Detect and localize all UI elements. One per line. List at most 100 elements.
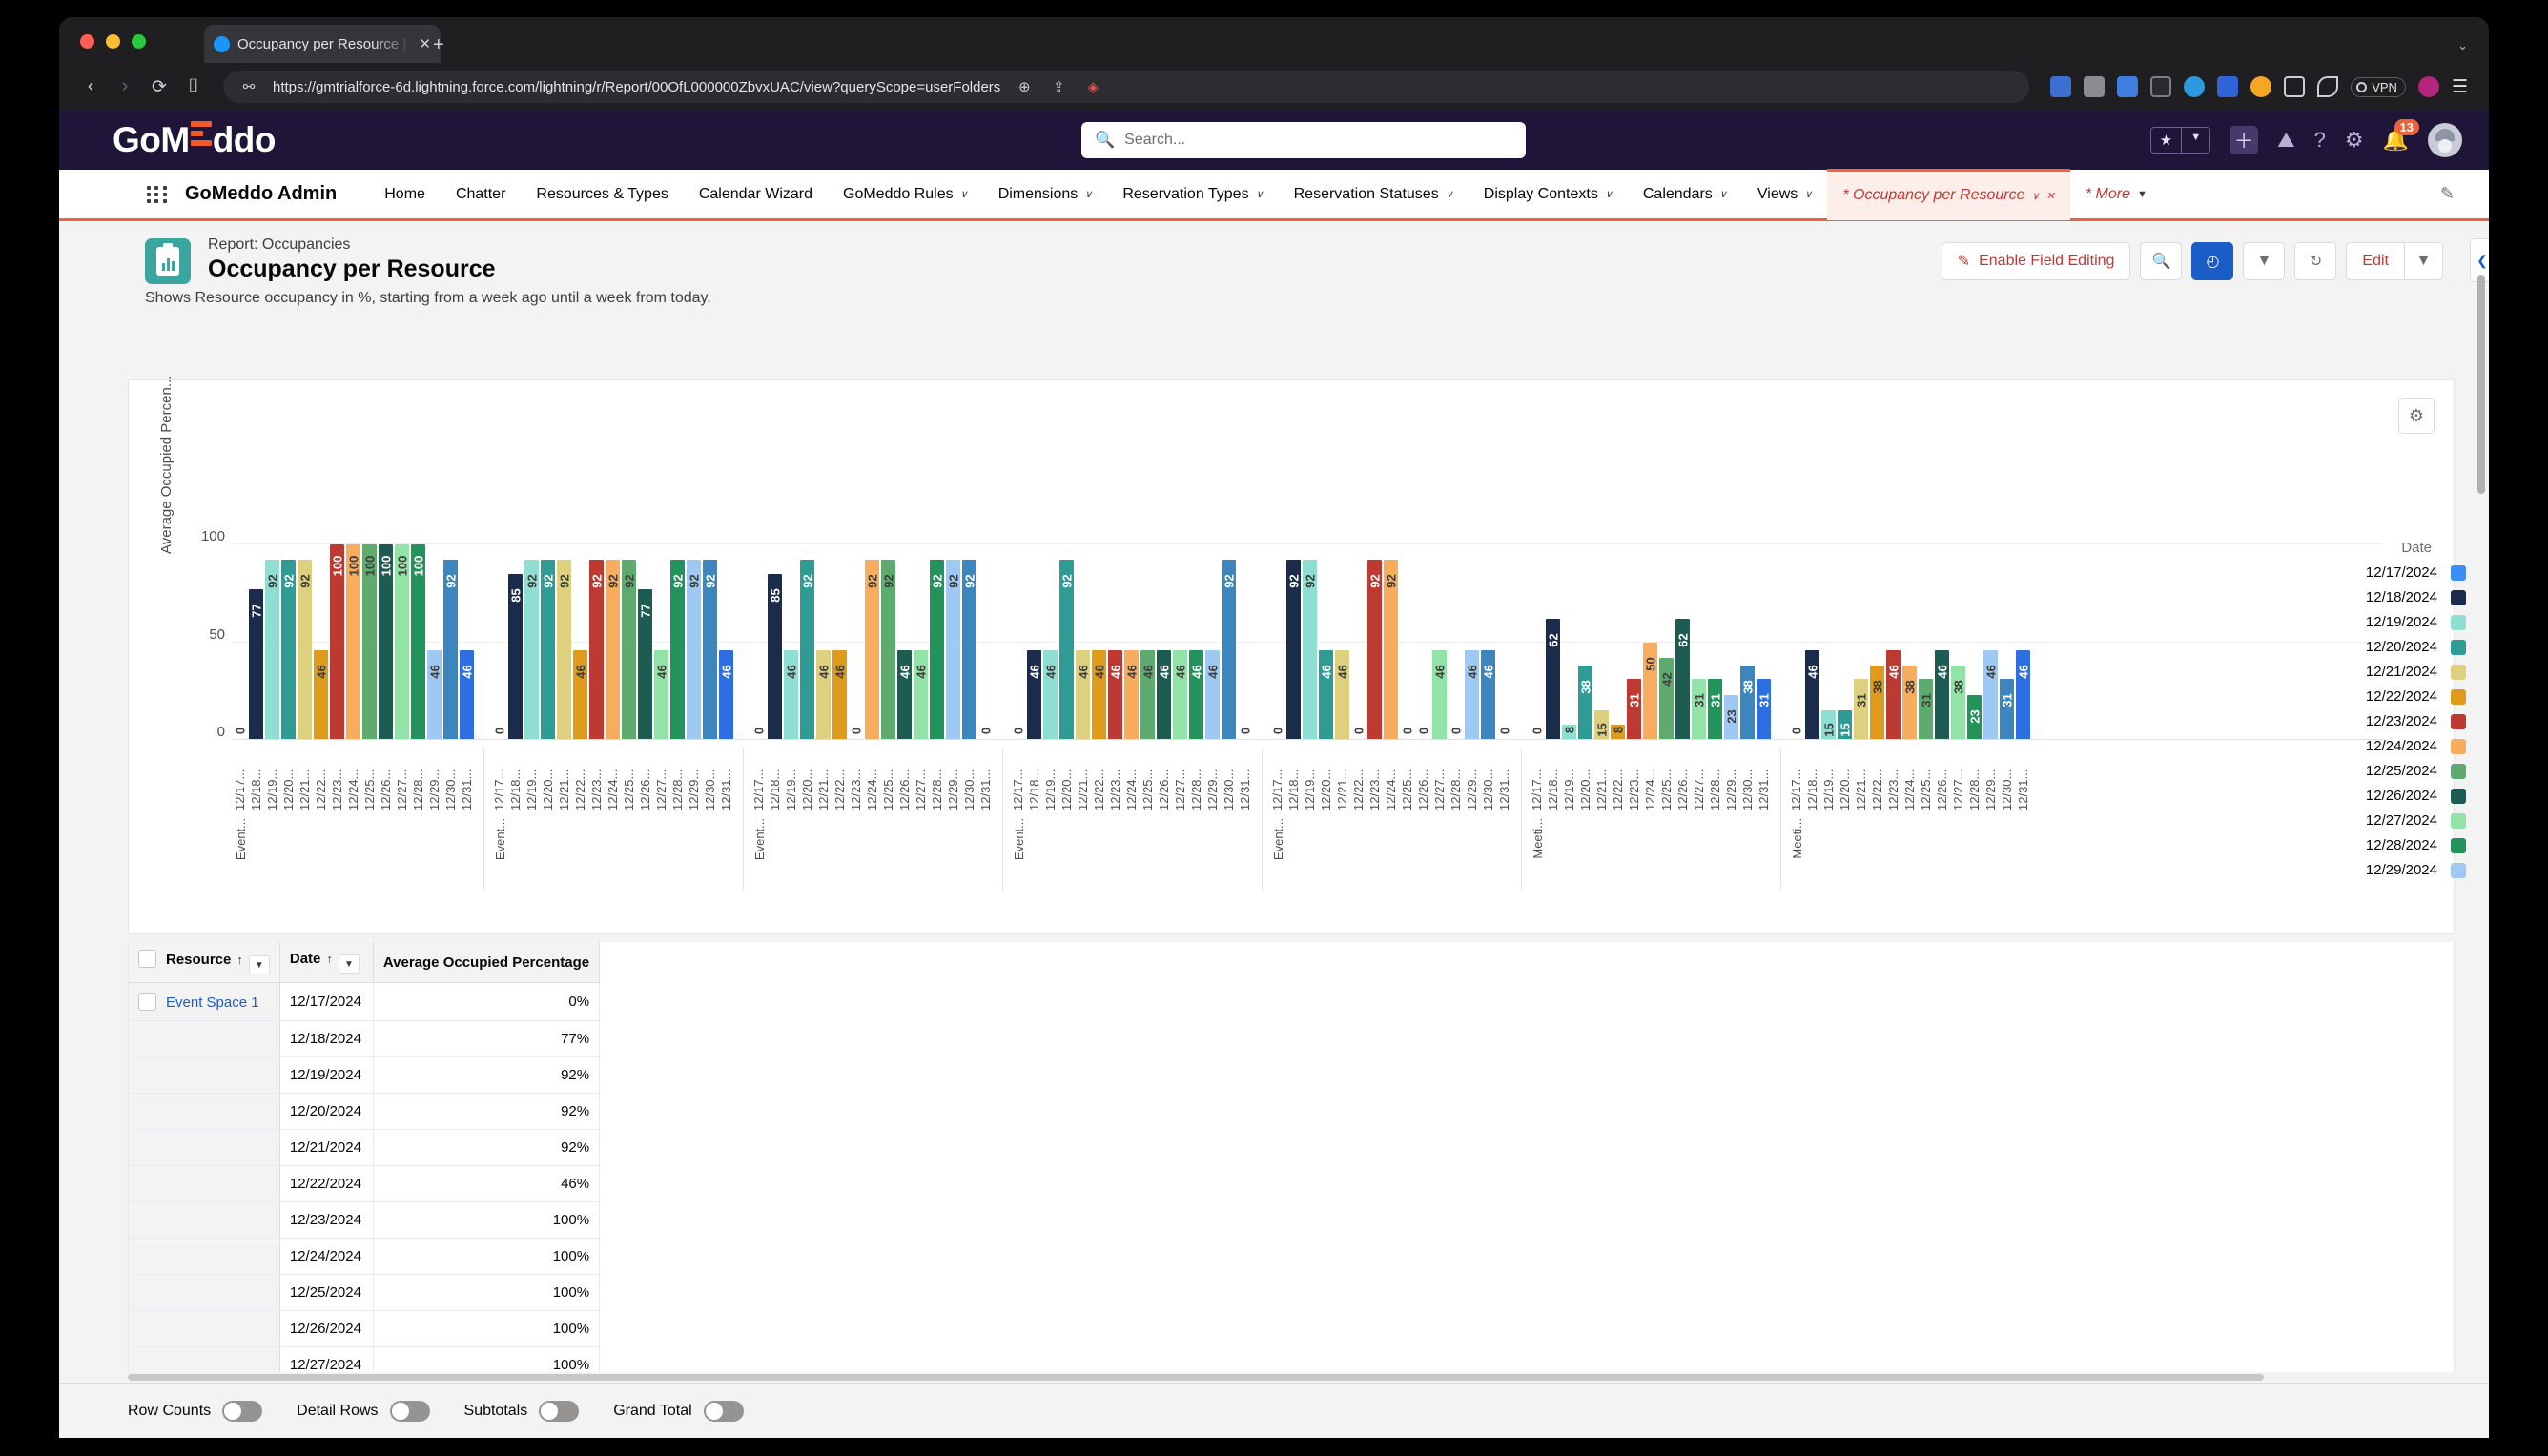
chart-bar[interactable]: 46 [1983, 544, 1998, 740]
nav-item-resources-types[interactable]: Resources & Types [521, 169, 683, 220]
chart-bar[interactable]: 92 [622, 544, 636, 740]
chart-bar[interactable]: 46 [1043, 544, 1058, 740]
chart-bar[interactable]: 46 [1140, 544, 1155, 740]
nav-item-calendars[interactable]: Calendars ∨ [1628, 169, 1742, 220]
chart-bar[interactable]: 0 [1416, 544, 1430, 740]
chart-bar[interactable]: 92 [881, 544, 895, 740]
nav-item-home[interactable]: Home [369, 169, 441, 220]
close-icon[interactable]: ✕ [2046, 190, 2055, 202]
chart-bar[interactable]: 92 [930, 544, 944, 740]
chevron-down-icon[interactable]: ∨ [1084, 188, 1092, 200]
subtotals-switch[interactable] [539, 1400, 580, 1422]
chart-bar[interactable]: 62 [1546, 544, 1560, 740]
window-controls[interactable] [80, 34, 146, 49]
chart-bar[interactable]: 46 [1108, 544, 1122, 740]
chart-bar[interactable]: 23 [1724, 544, 1738, 740]
chart-bar[interactable]: 0 [1270, 544, 1284, 740]
chart-settings-gear-icon[interactable]: ⚙ [2398, 398, 2435, 434]
nav-item-chatter[interactable]: Chatter [441, 169, 521, 220]
chevron-down-icon[interactable]: ∨ [1719, 188, 1727, 200]
chart-bar[interactable]: 46 [1076, 544, 1090, 740]
resource-link[interactable]: Event Space 1 [166, 995, 259, 1011]
chart-bar[interactable]: 46 [1481, 544, 1495, 740]
chart-bar[interactable]: 38 [1578, 544, 1592, 740]
chart-bar[interactable]: 92 [1222, 544, 1236, 740]
horizontal-scrollbar[interactable] [128, 1372, 2455, 1383]
chart-bar[interactable]: 23 [1967, 544, 1982, 740]
close-window-button[interactable] [80, 34, 94, 49]
legend-item[interactable]: 12/23/2024 [2296, 713, 2466, 729]
gomeddo-app-icon[interactable]: ⛰ [2277, 128, 2294, 153]
table-column-header[interactable]: Resource ↑ ▼ [129, 942, 280, 983]
address-bar[interactable]: ⚯ https://gmtrialforce-6d.lightning.forc… [223, 71, 2030, 103]
chart-bar[interactable]: 0 [1400, 544, 1414, 740]
chevron-down-icon[interactable]: ∨ [2032, 190, 2040, 202]
vpn-button[interactable]: VPN [2351, 76, 2406, 97]
chart-bar[interactable]: 31 [1708, 544, 1722, 740]
chart-bar[interactable]: 92 [443, 544, 458, 740]
settings-gear-icon[interactable] [2150, 76, 2172, 97]
chart-bar[interactable]: 92 [865, 544, 879, 740]
bookmark-icon[interactable]: ⌷ [183, 76, 204, 97]
chart-bar[interactable]: 0 [978, 544, 993, 740]
table-row[interactable]: 12/22/2024 46% [129, 1165, 601, 1202]
chart-bar[interactable]: 92 [557, 544, 571, 740]
nav-item-reservation-statuses[interactable]: Reservation Statuses ∨ [1279, 169, 1469, 220]
table-row[interactable]: 12/19/2024 92% [129, 1056, 601, 1094]
chart-bar[interactable]: 31 [1854, 544, 1868, 740]
edit-navigation-icon[interactable]: ✎ [2440, 184, 2455, 204]
chart-bar[interactable]: 46 [573, 544, 587, 740]
chart-bar[interactable]: 15 [1838, 544, 1852, 740]
legend-item[interactable]: 12/27/2024 [2296, 812, 2466, 829]
table-row[interactable]: 12/25/2024 100% [129, 1274, 601, 1311]
chart-bar[interactable]: 46 [1189, 544, 1203, 740]
toggle-chart-button[interactable]: ◴ [2191, 242, 2234, 280]
chart-bar[interactable]: 92 [541, 544, 555, 740]
chart-bar[interactable]: 15 [1594, 544, 1609, 740]
star-icon[interactable]: ★ [2151, 128, 2181, 153]
nav-item-reservation-types[interactable]: Reservation Types ∨ [1107, 169, 1278, 220]
chart-bar[interactable]: 38 [1740, 544, 1755, 740]
zoom-icon[interactable]: ⊕ [1014, 78, 1035, 95]
chart-bar[interactable]: 0 [1449, 544, 1463, 740]
browser-tab[interactable]: Occupancy per Resource | Sa ✕ [204, 25, 441, 63]
chart-bar[interactable]: 46 [1465, 544, 1479, 740]
chart-bar[interactable]: 46 [914, 544, 928, 740]
chart-bar[interactable]: 100 [395, 544, 409, 740]
legend-item[interactable]: 12/17/2024 [2296, 564, 2466, 581]
enable-field-editing-button[interactable]: ✎ Enable Field Editing [1941, 242, 2131, 280]
chart-bar[interactable]: 46 [314, 544, 328, 740]
chevron-down-icon[interactable]: ∨ [1256, 188, 1264, 200]
clock-icon[interactable] [2250, 76, 2272, 97]
site-settings-icon[interactable]: ⚯ [238, 78, 259, 95]
chart-bar[interactable]: 92 [298, 544, 312, 740]
refresh-button[interactable]: ↻ [2294, 242, 2337, 280]
chart-bar[interactable]: 100 [411, 544, 425, 740]
chart-bar[interactable]: 0 [1530, 544, 1544, 740]
chevron-down-icon[interactable]: ▼ [2181, 128, 2209, 153]
chevron-down-icon[interactable]: ∨ [960, 188, 968, 200]
chart-bar[interactable]: 38 [1902, 544, 1917, 740]
chart-bar[interactable]: 38 [1870, 544, 1884, 740]
chart-bar[interactable]: 92 [687, 544, 701, 740]
legend-item[interactable]: 12/20/2024 [2296, 639, 2466, 655]
chart-bar[interactable]: 92 [800, 544, 814, 740]
close-tab-icon[interactable]: ✕ [419, 35, 431, 52]
grand-total-switch[interactable] [703, 1400, 744, 1422]
chart-bar[interactable]: 77 [638, 544, 652, 740]
filters-button[interactable]: ▼ [2243, 242, 2286, 280]
chart-bar[interactable]: 46 [1432, 544, 1447, 740]
chart-bar[interactable]: 0 [1238, 544, 1252, 740]
global-actions-button[interactable]: ＋ [2230, 126, 2259, 154]
chart-bar[interactable]: 62 [1675, 544, 1690, 740]
chart-bar[interactable]: 92 [265, 544, 279, 740]
chart-bar[interactable]: 46 [1319, 544, 1333, 740]
chart-bar[interactable]: 8 [1562, 544, 1576, 740]
chart-bar[interactable]: 100 [346, 544, 360, 740]
nav-item-views[interactable]: Views ∨ [1742, 169, 1827, 220]
legend-item[interactable]: 12/24/2024 [2296, 738, 2466, 754]
chart-bar[interactable]: 92 [1384, 544, 1398, 740]
nav-item-gomeddo-rules[interactable]: GoMeddo Rules ∨ [828, 169, 983, 220]
table-row[interactable]: 12/26/2024 100% [129, 1310, 601, 1347]
column-menu-icon[interactable]: ▼ [338, 954, 360, 974]
